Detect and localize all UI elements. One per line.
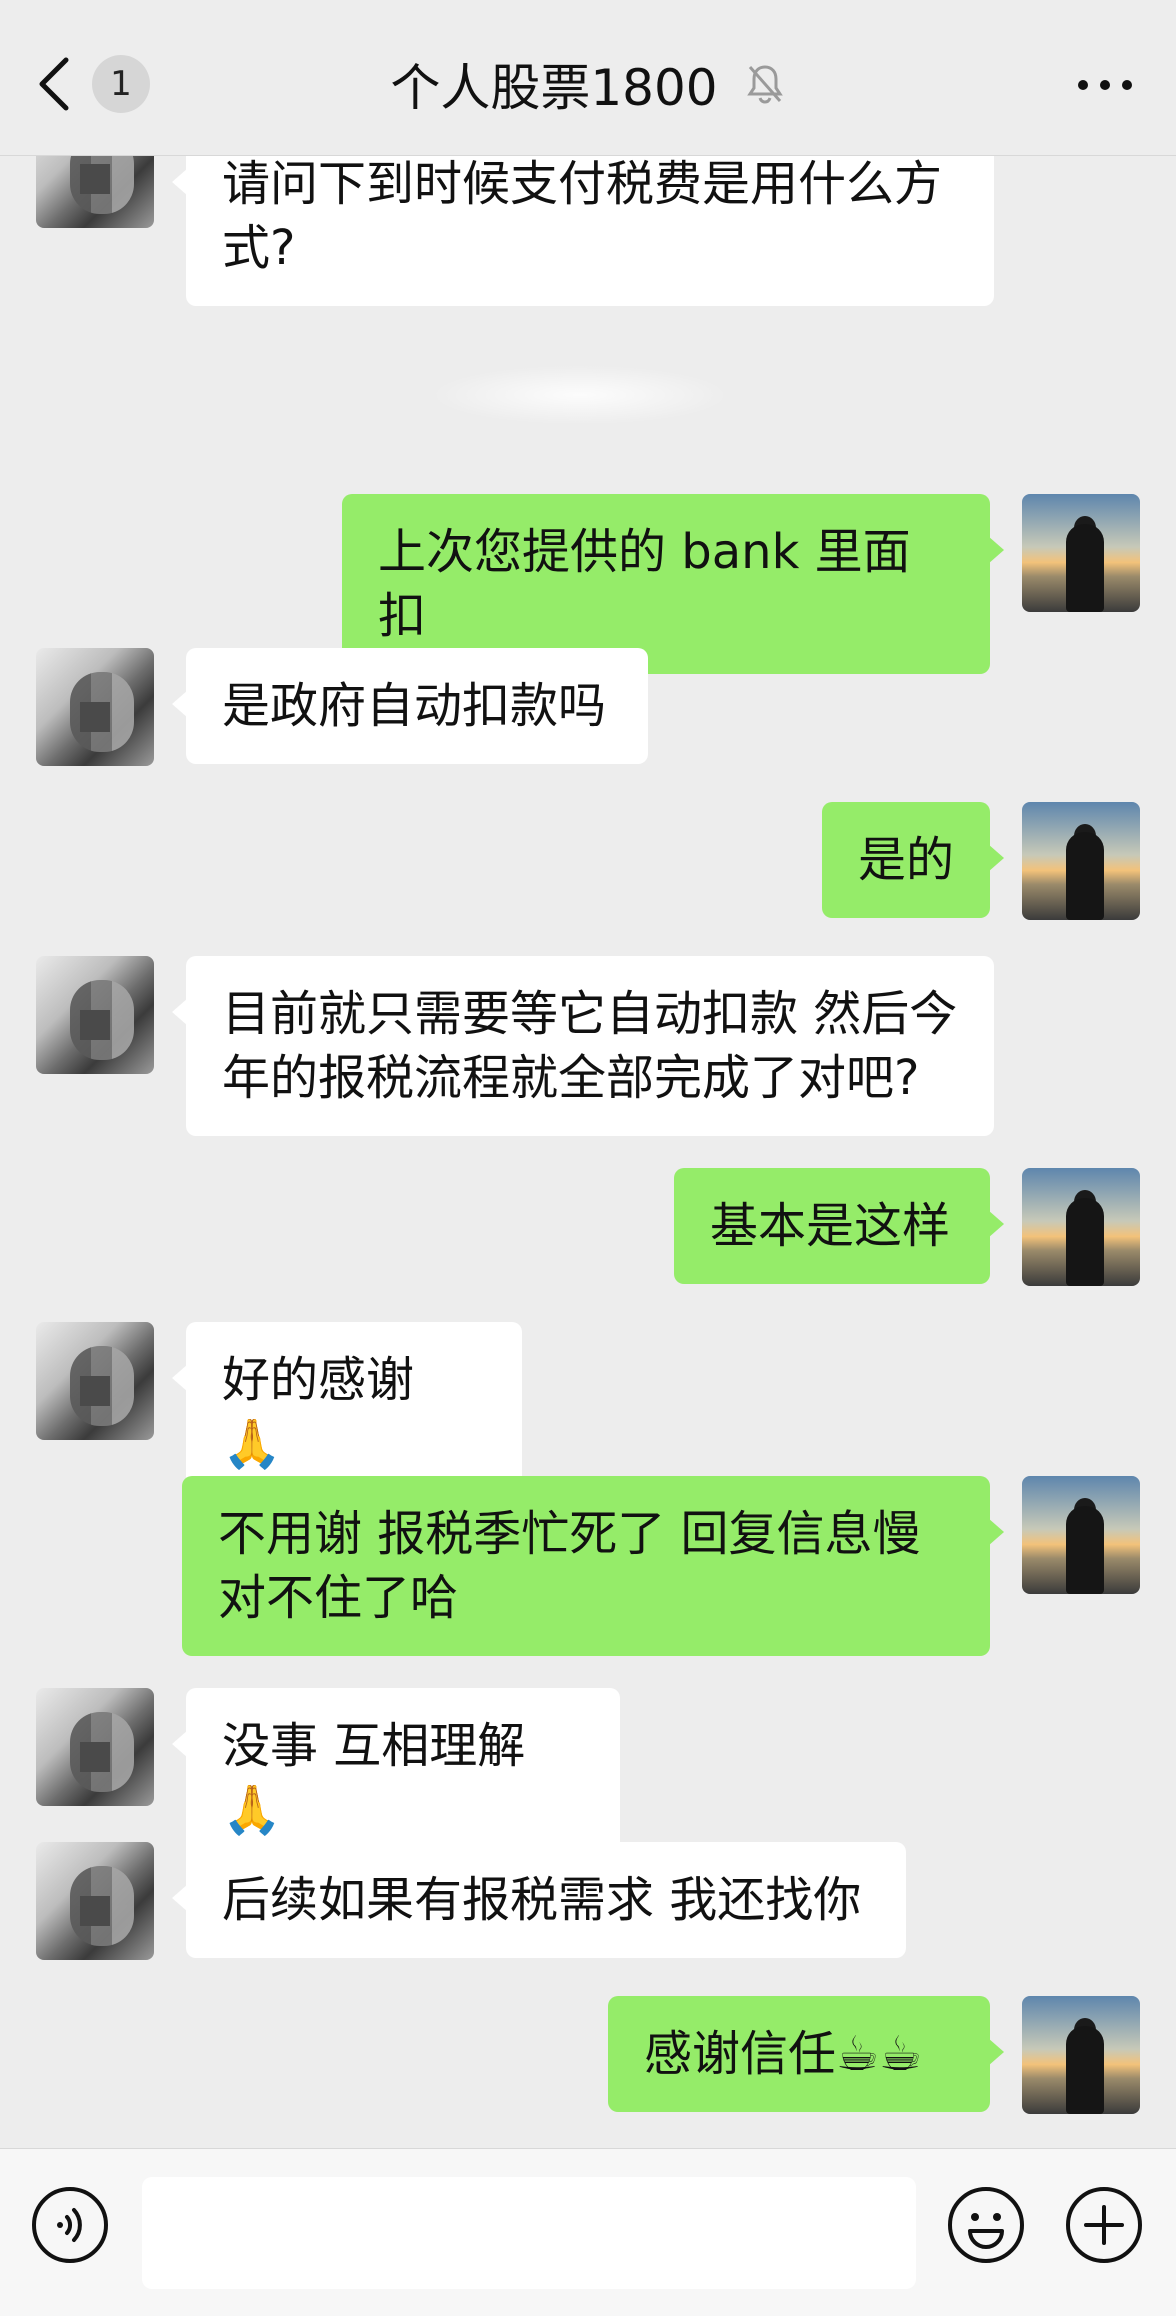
message-bubble-received: 后续如果有报税需求 我还找你 bbox=[172, 1842, 906, 1958]
contact-avatar[interactable] bbox=[36, 1688, 154, 1806]
my-avatar[interactable] bbox=[1022, 1168, 1140, 1286]
my-avatar[interactable] bbox=[1022, 1476, 1140, 1594]
message-bubble-sent: 感谢信任☕☕ bbox=[608, 1996, 1004, 2112]
message-bubble-received: 是政府自动扣款吗 bbox=[172, 648, 648, 764]
my-avatar[interactable] bbox=[1022, 494, 1140, 612]
plus-icon bbox=[1066, 2187, 1142, 2263]
my-avatar[interactable] bbox=[1022, 802, 1140, 920]
chat-title[interactable]: 个人股票1800 bbox=[390, 48, 717, 120]
message-bubble-sent: 上次您提供的 bank 里面扣 bbox=[342, 494, 1004, 674]
title-wrap: 个人股票1800 bbox=[0, 48, 1176, 120]
message-input[interactable] bbox=[142, 2177, 916, 2289]
contact-avatar[interactable] bbox=[36, 956, 154, 1074]
more-options-button[interactable] bbox=[1070, 60, 1140, 110]
message-bubble-sent: 基本是这样 bbox=[674, 1168, 1004, 1284]
message-bubble-received: 好的感谢 🙏 bbox=[172, 1322, 522, 1502]
plus-button[interactable] bbox=[1064, 2185, 1144, 2265]
contact-avatar[interactable] bbox=[36, 1842, 154, 1960]
input-bar bbox=[0, 2148, 1176, 2316]
blurred-timestamp bbox=[430, 365, 730, 425]
emoji-icon bbox=[948, 2187, 1024, 2263]
more-dots-icon bbox=[1078, 80, 1132, 90]
my-avatar[interactable] bbox=[1022, 1996, 1140, 2114]
message-bubble-received: 没事 互相理解🙏 bbox=[172, 1688, 620, 1868]
voice-button[interactable] bbox=[30, 2185, 110, 2265]
voice-icon bbox=[32, 2187, 108, 2263]
message-bubble-received: 目前就只需要等它自动扣款 然后今 年的报税流程就全部完成了对吧? bbox=[172, 956, 994, 1136]
message-bubble-sent: 是的 bbox=[822, 802, 1004, 918]
contact-avatar[interactable] bbox=[36, 1322, 154, 1440]
chat-header: 1 个人股票1800 bbox=[0, 0, 1176, 156]
contact-avatar[interactable] bbox=[36, 648, 154, 766]
bell-off-icon bbox=[746, 62, 786, 106]
emoji-button[interactable] bbox=[946, 2185, 1026, 2265]
message-bubble-sent: 不用谢 报税季忙死了 回复信息慢 对不住了哈 bbox=[182, 1476, 1004, 1656]
